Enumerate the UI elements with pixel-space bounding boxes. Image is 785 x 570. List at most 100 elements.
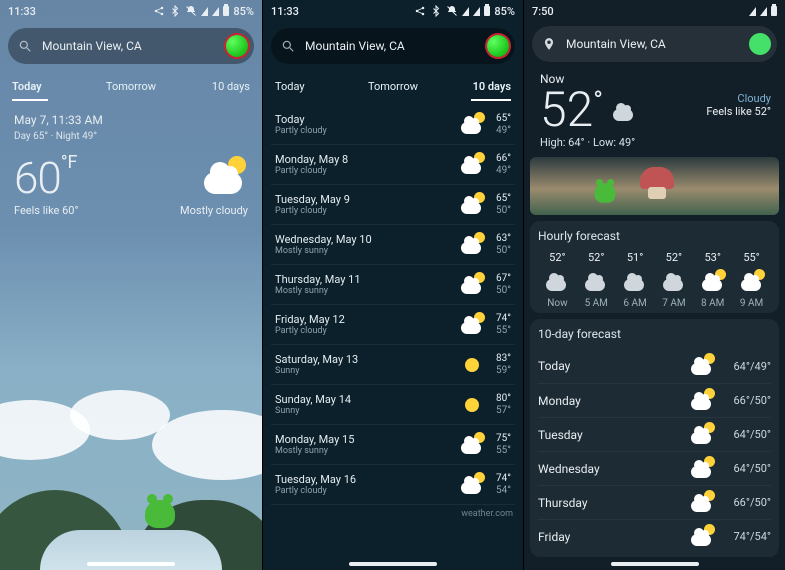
status-bar: 11:33 85% <box>263 0 523 22</box>
forecast-cond: Sunny <box>275 366 459 376</box>
home-gesture-bar[interactable] <box>349 562 437 566</box>
high-low: High: 64° · Low: 49° <box>540 136 769 149</box>
forecast-low: 50° <box>485 285 511 297</box>
dawn-illustration <box>530 157 779 215</box>
tab-tomorrow[interactable]: Tomorrow <box>91 74 170 99</box>
forecast-row[interactable]: Tuesday, May 9Partly cloudy 65°50° <box>271 185 515 225</box>
forecast-row[interactable]: Monday, May 15Mostly sunny 75°55° <box>271 425 515 465</box>
home-gesture-bar[interactable] <box>611 562 699 566</box>
tab-10days[interactable]: 10 days <box>171 74 250 99</box>
tenday-range: 66°/50° <box>715 496 771 509</box>
battery-icon <box>223 6 229 16</box>
forecast-row[interactable]: Tuesday, May 16Partly cloudy 74°54° <box>271 465 515 505</box>
tenday-row[interactable]: Tuesday 64°/50° <box>538 417 771 451</box>
settings-dot[interactable] <box>749 33 771 55</box>
tenday-row[interactable]: Today 64°/49° <box>538 349 771 383</box>
hour-column[interactable]: 55° 9 AM <box>732 251 771 309</box>
tenday-row[interactable]: Thursday 66°/50° <box>538 485 771 519</box>
signal-icon <box>212 7 219 16</box>
tenday-row[interactable]: Monday 66°/50° <box>538 383 771 417</box>
share-icon <box>414 5 426 17</box>
forecast-high: 83° <box>485 353 511 365</box>
status-bar: 7:50 <box>524 0 785 22</box>
forecast-row[interactable]: Thursday, May 11Mostly sunny 67°50° <box>271 265 515 305</box>
weather-icon <box>459 475 485 495</box>
current-temp: 60°F <box>14 152 78 204</box>
forecast-high: 74° <box>485 473 511 485</box>
battery-pct: 85% <box>494 5 515 18</box>
forecast-low: 57° <box>485 405 511 417</box>
forecast-day: Tuesday, May 16 <box>275 473 459 486</box>
hour-label: 7 AM <box>654 298 693 309</box>
forecast-row[interactable]: Sunday, May 14Sunny 80°57° <box>271 385 515 425</box>
forecast-day: Monday, May 8 <box>275 153 459 166</box>
forecast-high: 80° <box>485 393 511 405</box>
hour-temp: 53° <box>693 251 732 264</box>
assistant-button[interactable] <box>226 35 248 57</box>
tab-today[interactable]: Today <box>12 74 91 99</box>
hour-temp: 52° <box>577 251 616 264</box>
weather-icon <box>459 195 485 215</box>
forecast-row[interactable]: Monday, May 8Partly cloudy 66°49° <box>271 145 515 185</box>
tenday-day: Wednesday <box>538 462 689 476</box>
weather-icon <box>622 272 648 292</box>
assistant-button[interactable] <box>487 35 509 57</box>
forecast-cond: Partly cloudy <box>275 126 459 136</box>
weather-icon <box>459 275 485 295</box>
tenday-row[interactable]: Wednesday 64°/50° <box>538 451 771 485</box>
hour-label: 5 AM <box>577 298 616 309</box>
forecast-low: 49° <box>485 125 511 137</box>
tenday-card[interactable]: 10-day forecast Today 64°/49° Monday 66°… <box>530 319 779 557</box>
tenday-range: 64°/50° <box>715 462 771 475</box>
forecast-row[interactable]: Saturday, May 13Sunny 83°59° <box>271 345 515 385</box>
status-icons: 85% <box>153 5 254 18</box>
weather-icon <box>544 272 570 292</box>
condition-label: Mostly cloudy <box>180 204 248 217</box>
battery-icon <box>484 6 490 16</box>
screen-10day-list: 11:33 85% Mountain View, CA Today Tomorr… <box>262 0 524 570</box>
weather-icon <box>583 272 609 292</box>
forecast-day: Wednesday, May 10 <box>275 233 459 246</box>
location-pill[interactable]: Mountain View, CA <box>532 26 777 62</box>
search-pill[interactable]: Mountain View, CA <box>271 28 515 64</box>
tenday-row[interactable]: Friday 74°/54° <box>538 519 771 553</box>
hour-column[interactable]: 53° 8 AM <box>693 251 732 309</box>
weather-icon <box>689 493 715 513</box>
ten-day-list[interactable]: TodayPartly cloudy 65°49° Monday, May 8P… <box>263 105 523 505</box>
location-pin-icon <box>542 37 556 51</box>
hour-column[interactable]: 52° 5 AM <box>577 251 616 309</box>
tenday-day: Monday <box>538 394 689 408</box>
forecast-high: 65° <box>485 193 511 205</box>
tenday-range: 74°/54° <box>715 530 771 543</box>
tab-10days[interactable]: 10 days <box>432 74 511 99</box>
tenday-range: 64°/50° <box>715 428 771 441</box>
tenday-day: Today <box>538 359 689 373</box>
hourly-card[interactable]: Hourly forecast 52° Now 52° 5 AM 51° 6 A… <box>530 221 779 313</box>
weather-illustration <box>0 360 262 570</box>
tenday-day: Friday <box>538 530 689 544</box>
tab-tomorrow[interactable]: Tomorrow <box>354 74 433 99</box>
forecast-high: 63° <box>485 233 511 245</box>
forecast-cond: Sunny <box>275 406 459 416</box>
hour-column[interactable]: 52° 7 AM <box>654 251 693 309</box>
forecast-row[interactable]: TodayPartly cloudy 65°49° <box>271 105 515 145</box>
forecast-day: Tuesday, May 9 <box>275 193 459 206</box>
tab-today[interactable]: Today <box>275 74 354 99</box>
hour-label: Now <box>538 298 577 309</box>
forecast-low: 55° <box>485 325 511 337</box>
forecast-row[interactable]: Friday, May 12Partly cloudy 74°55° <box>271 305 515 345</box>
forecast-high: 65° <box>485 113 511 125</box>
forecast-high: 74° <box>485 313 511 325</box>
bluetooth-icon <box>169 5 181 17</box>
search-pill[interactable]: Mountain View, CA <box>8 28 254 64</box>
home-gesture-bar[interactable] <box>87 562 175 566</box>
forecast-row[interactable]: Wednesday, May 10Mostly sunny 63°50° <box>271 225 515 265</box>
wifi-icon <box>201 7 208 16</box>
hour-column[interactable]: 52° Now <box>538 251 577 309</box>
current-datetime: May 7, 11:33 AM <box>0 105 262 127</box>
weather-icon <box>459 115 485 135</box>
forecast-day: Saturday, May 13 <box>275 353 459 366</box>
mushroom-icon <box>640 167 674 189</box>
hour-column[interactable]: 51° 6 AM <box>616 251 655 309</box>
share-icon <box>153 5 165 17</box>
